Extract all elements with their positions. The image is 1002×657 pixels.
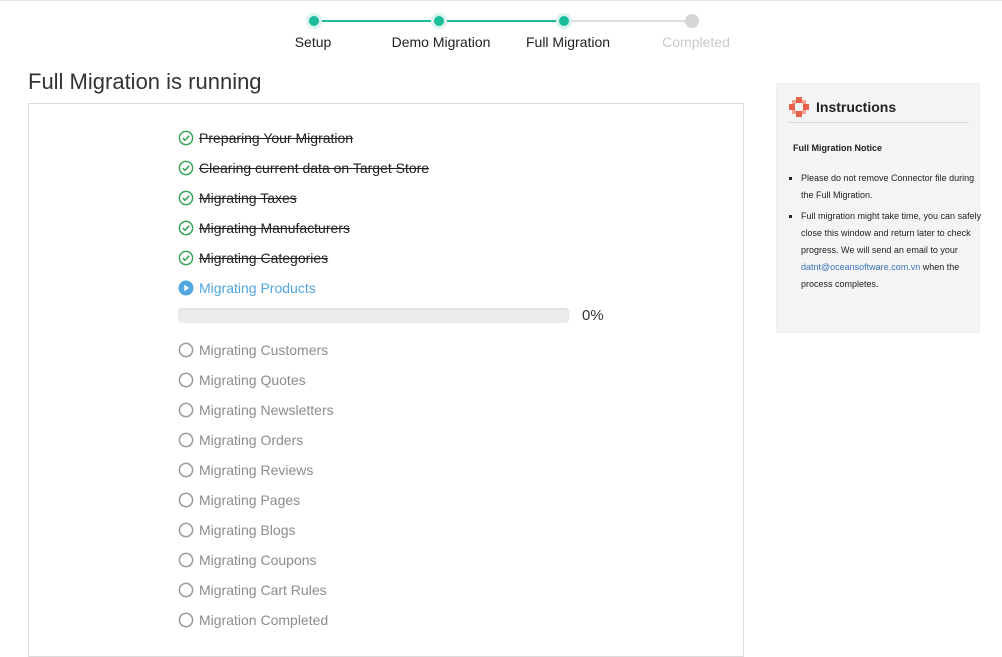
empty-circle-icon — [178, 402, 194, 418]
page-title: Full Migration is running — [28, 69, 262, 94]
task-label: Migrating Coupons — [199, 552, 317, 568]
task-label: Migrating Taxes — [199, 190, 297, 206]
check-circle-icon — [178, 250, 194, 266]
task-label: Migrating Manufacturers — [199, 220, 350, 236]
check-circle-icon — [178, 220, 194, 236]
task-taxes: Migrating Taxes — [178, 187, 297, 209]
task-pages: Migrating Pages — [178, 489, 300, 511]
task-clearing-data: Clearing current data on Target Store — [178, 157, 429, 179]
step-dot-demo-migration — [431, 13, 447, 29]
task-label: Migrating Categories — [199, 250, 329, 266]
task-manufacturers: Migrating Manufacturers — [178, 217, 350, 239]
instructions-divider — [789, 122, 969, 123]
task-orders: Migrating Orders — [178, 429, 303, 451]
task-categories: Migrating Categories — [178, 247, 328, 269]
empty-circle-icon — [178, 462, 194, 478]
task-label: Migrating Pages — [199, 492, 301, 508]
empty-circle-icon — [178, 522, 194, 538]
task-quotes: Migrating Quotes — [178, 369, 306, 391]
task-label: Migrating Products — [199, 280, 316, 296]
instructions-header: Instructions — [788, 96, 896, 118]
step-label-completed: Completed — [662, 34, 730, 50]
task-migration-completed: Migration Completed — [178, 609, 328, 631]
empty-circle-icon — [178, 552, 194, 568]
empty-circle-icon — [178, 342, 194, 358]
check-circle-icon — [178, 190, 194, 206]
email-link[interactable]: datnt@oceansoftware.com.vn — [801, 262, 920, 272]
task-newsletters: Migrating Newsletters — [178, 399, 334, 421]
products-progress-bar — [178, 308, 569, 323]
empty-circle-icon — [178, 612, 194, 628]
step-dot-full-migration — [556, 13, 572, 29]
stepper-line-pending — [564, 20, 692, 22]
task-label: Migrating Newsletters — [199, 402, 334, 418]
task-label: Preparing Your Migration — [199, 130, 354, 146]
task-coupons: Migrating Coupons — [178, 549, 317, 571]
step-label-setup: Setup — [294, 34, 332, 50]
progress-stepper: Setup Demo Migration Full Migration Comp… — [0, 0, 1002, 60]
task-cart-rules: Migrating Cart Rules — [178, 579, 327, 601]
step-label-demo-migration: Demo Migration — [391, 34, 491, 50]
instructions-subtitle: Full Migration Notice — [793, 143, 882, 153]
empty-circle-icon — [178, 372, 194, 388]
check-circle-icon — [178, 160, 194, 176]
task-customers: Migrating Customers — [178, 339, 328, 361]
instruction-item: Please do not remove Connector file duri… — [801, 170, 985, 204]
instructions-title: Instructions — [816, 99, 897, 115]
empty-circle-icon — [178, 582, 194, 598]
task-label: Clearing current data on Target Store — [199, 160, 430, 176]
task-label: Migrating Reviews — [199, 462, 314, 478]
instructions-box: Instructions Full Migration Notice Pleas… — [776, 83, 981, 333]
step-dot-setup — [306, 13, 322, 29]
task-reviews: Migrating Reviews — [178, 459, 313, 481]
play-circle-icon — [178, 280, 194, 296]
step-dot-completed — [685, 14, 699, 28]
instructions-list: Please do not remove Connector file duri… — [787, 170, 985, 297]
task-label: Migrating Customers — [199, 342, 329, 358]
instruction-text: Full migration might take time, you can … — [801, 211, 982, 255]
task-products: Migrating Products — [178, 277, 316, 299]
migration-panel: Preparing Your Migration Clearing curren… — [28, 103, 744, 657]
check-circle-icon — [178, 130, 194, 146]
task-blogs: Migrating Blogs — [178, 519, 296, 541]
step-label-full-migration: Full Migration — [525, 34, 611, 50]
progress-percent: 0% — [582, 307, 604, 324]
task-label: Migrating Cart Rules — [199, 582, 327, 598]
task-label: Migrating Blogs — [199, 522, 296, 538]
lifebuoy-icon — [789, 97, 809, 117]
task-label: Migration Completed — [199, 612, 329, 628]
empty-circle-icon — [178, 492, 194, 508]
instruction-item: Full migration might take time, you can … — [801, 208, 985, 293]
task-label: Migrating Quotes — [199, 372, 306, 388]
empty-circle-icon — [178, 432, 194, 448]
task-preparing-migration: Preparing Your Migration — [178, 127, 353, 149]
task-label: Migrating Orders — [199, 432, 304, 448]
